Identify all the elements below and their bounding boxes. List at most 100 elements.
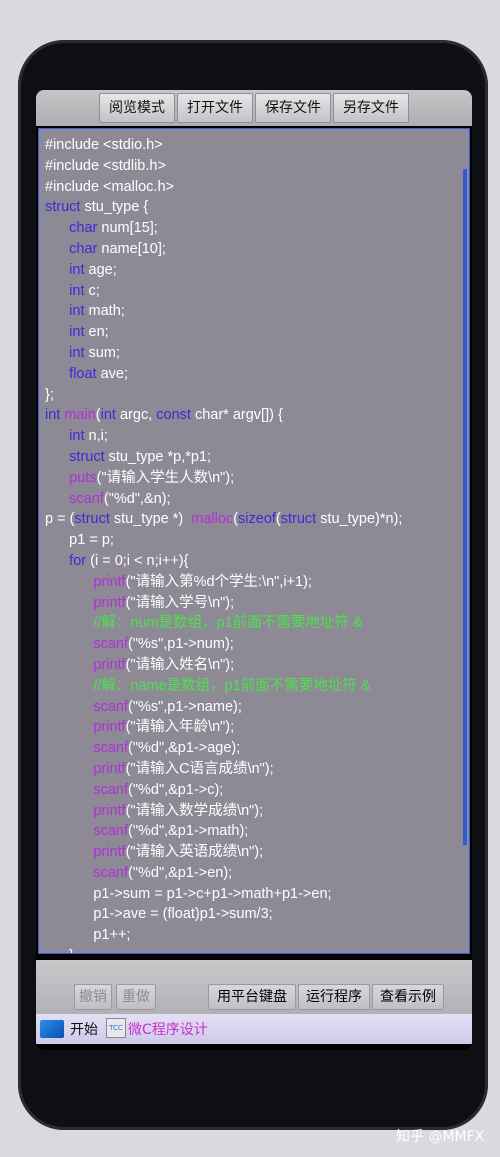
code-line[interactable]: printf("请输入第%d个学生:\n",i+1); (45, 572, 402, 593)
code-token: main (64, 407, 96, 424)
save-as-button[interactable]: 另存文件 (333, 93, 409, 123)
code-line[interactable]: int math; (45, 301, 402, 322)
code-line[interactable]: scanf("%d",&p1->math); (45, 821, 402, 842)
code-token: p1++; (45, 927, 131, 944)
code-line[interactable]: printf("请输入年龄\n"); (45, 717, 402, 738)
code-token: printf (93, 656, 126, 673)
code-line[interactable]: p = (struct stu_type *) malloc(sizeof(st… (45, 509, 402, 530)
code-line[interactable]: printf("请输入学号\n"); (45, 593, 402, 614)
code-line[interactable]: int en; (45, 322, 402, 343)
code-token: for (69, 552, 87, 569)
app-screen: 阅览模式 打开文件 保存文件 另存文件 #include <stdio.h> #i… (36, 90, 472, 1050)
code-line[interactable]: p1 = p; (45, 530, 402, 551)
code-line[interactable]: printf("请输入英语成绩\n"); (45, 842, 402, 863)
code-token: ("%s",p1->num); (128, 636, 234, 653)
code-line[interactable]: char name[10]; (45, 239, 402, 260)
code-token: int (69, 324, 85, 341)
run-program-button[interactable]: 运行程序 (298, 984, 370, 1010)
start-menu-icon[interactable] (40, 1020, 64, 1038)
undo-button[interactable]: 撤销 (74, 984, 112, 1010)
code-line[interactable]: }; (45, 385, 402, 406)
code-line[interactable]: //解：num是数组，p1前面不需要地址符 & (45, 613, 402, 634)
taskbar: 开始 TCC 微C程序设计 (36, 1014, 472, 1044)
code-token: #include <stdio.h> (45, 137, 163, 153)
save-file-button[interactable]: 保存文件 (255, 93, 331, 123)
open-file-button[interactable]: 打开文件 (177, 93, 253, 123)
code-token: int (100, 407, 116, 424)
code-token: stu_type { (80, 199, 149, 216)
code-line[interactable]: int sum; (45, 343, 402, 364)
code-line[interactable]: scanf("%d",&n); (45, 489, 402, 510)
code-line[interactable]: printf("请输入C语言成绩\n"); (45, 759, 402, 780)
code-line[interactable]: scanf("%d",&p1->age); (45, 738, 402, 759)
read-mode-button[interactable]: 阅览模式 (99, 93, 175, 123)
view-examples-button[interactable]: 查看示例 (372, 984, 444, 1010)
start-label[interactable]: 开始 (70, 1019, 98, 1039)
code-token: sizeof (238, 511, 276, 528)
code-line[interactable]: puts("请输入学生人数\n"); (45, 468, 402, 489)
code-line[interactable]: scanf("%d",&p1->c); (45, 780, 402, 801)
app-title[interactable]: 微C程序设计 (128, 1019, 208, 1039)
code-token: int (69, 428, 85, 445)
code-line[interactable]: float ave; (45, 364, 402, 385)
code-line[interactable]: p1->sum = p1->c+p1->math+p1->en; (45, 884, 402, 905)
code-line[interactable]: printf("请输入姓名\n"); (45, 655, 402, 676)
code-line[interactable]: scanf("%s",p1->num); (45, 634, 402, 655)
code-token: scanf (93, 636, 129, 653)
code-line[interactable]: char num[15]; (45, 218, 402, 239)
code-text[interactable]: #include <stdio.h> #include <stdlib.h> #in… (45, 135, 402, 953)
code-line[interactable]: #include <stdio.h> (45, 135, 402, 156)
code-line[interactable]: #include <stdlib.h> (45, 156, 402, 177)
code-token: p1->ave = (float)p1->sum/3; (45, 906, 273, 923)
code-token: printf (93, 719, 126, 736)
code-line[interactable]: for (i = 0;i < n;i++){ (45, 551, 402, 572)
code-token: scanf (93, 698, 129, 715)
code-token: printf (93, 802, 126, 819)
code-line[interactable]: p1++; (45, 925, 402, 946)
code-line[interactable]: int main(int argc, const char* argv[]) { (45, 405, 402, 426)
editor-scrollbar[interactable] (463, 169, 467, 845)
code-token: ("%d",&p1->en); (128, 864, 233, 881)
code-line[interactable]: int c; (45, 281, 402, 302)
code-editor[interactable]: #include <stdio.h> #include <stdlib.h> #in… (38, 128, 470, 954)
code-token: ("请输入年龄\n"); (125, 719, 235, 736)
code-line[interactable]: printf("请输入数学成绩\n"); (45, 801, 402, 822)
android-nav-bar (36, 1045, 472, 1050)
code-line[interactable]: p1->ave = (float)p1->sum/3; (45, 904, 402, 925)
code-token: ("请输入姓名\n"); (125, 656, 235, 673)
redo-button[interactable]: 重做 (116, 984, 156, 1010)
bottom-toolbar: 撤销 重做 用平台键盘 运行程序 查看示例 (36, 960, 472, 1014)
code-line[interactable]: struct stu_type *p,*p1; (45, 447, 402, 468)
code-token: ("请输入第%d个学生:\n",i+1); (125, 573, 312, 590)
code-line[interactable]: int n,i; (45, 426, 402, 447)
code-line[interactable]: scanf("%s",p1->name); (45, 697, 402, 718)
code-line[interactable]: struct stu_type { (45, 197, 402, 218)
code-line[interactable]: scanf("%d",&p1->en); (45, 863, 402, 884)
code-token: puts (69, 469, 97, 486)
code-line[interactable]: } (45, 946, 402, 953)
code-token: (i = 0;i < n;i++){ (86, 552, 189, 569)
platform-keyboard-button[interactable]: 用平台键盘 (208, 984, 296, 1010)
tcc-app-icon[interactable]: TCC (106, 1018, 126, 1038)
code-line[interactable]: //解：name是数组，p1前面不需要地址符 & (45, 676, 402, 697)
code-token: printf (93, 760, 126, 777)
code-line[interactable]: int age; (45, 260, 402, 281)
code-line[interactable]: #include <malloc.h> (45, 177, 402, 198)
code-token: int (45, 407, 61, 424)
code-token: #include <malloc.h> (45, 178, 174, 195)
